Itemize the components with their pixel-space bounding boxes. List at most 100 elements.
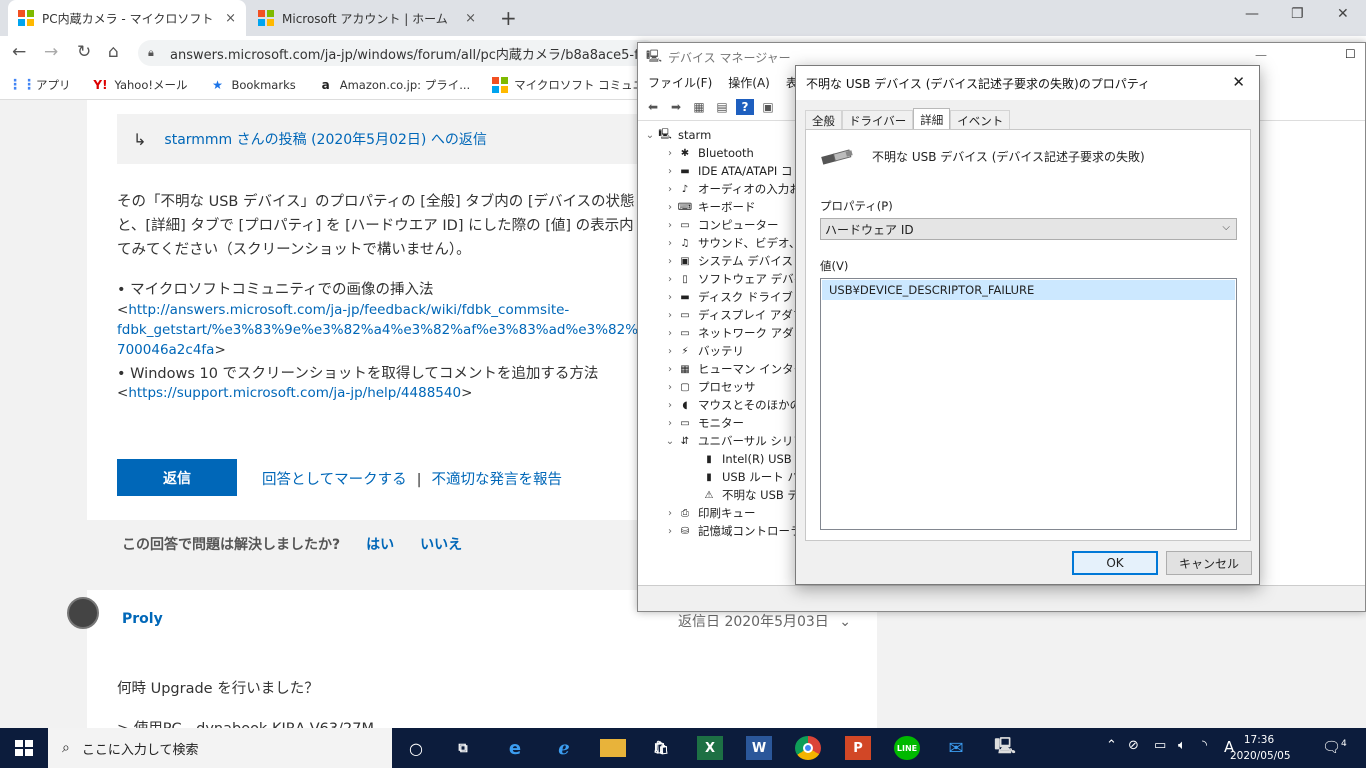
chevron-up-icon[interactable]: ⌃ [1106,738,1117,753]
tree-item[interactable]: › ⚡ バッテリ [662,342,744,360]
report-abuse-link[interactable]: 不適切な発言を報告 [431,472,562,488]
line-icon[interactable]: LINE [894,736,920,760]
ok-button[interactable]: OK [1072,551,1158,575]
tree-item[interactable]: › ▢ プロセッサ [662,378,756,396]
expand-icon[interactable]: › [662,292,678,303]
battery-icon[interactable]: ▭ [1154,738,1166,753]
menu-action[interactable]: 操作(A) [728,74,770,91]
helpful-no-button[interactable]: いいえ [420,534,462,554]
minimize-icon[interactable]: — [1255,48,1267,62]
tree-item[interactable]: ›▭ ネットワーク アダプター [662,324,798,342]
wifi-icon[interactable]: ◝ [1202,738,1207,753]
expand-icon[interactable]: › [662,166,678,177]
minimize-icon[interactable]: — [1245,6,1259,22]
help-icon[interactable]: ? [736,98,754,115]
notification-icon[interactable]: 🗨︎4 [1322,738,1347,756]
list-icon[interactable]: ▤ [713,99,731,115]
tab-events[interactable]: イベント [950,110,1011,130]
store-icon[interactable]: 🛍︎ [648,736,674,760]
forward-icon[interactable]: → [44,42,58,62]
image-insert-link[interactable]: fdbk_getstart/%e3%83%9e%e3%82%a4%e3%82%a… [117,322,660,338]
bookmark-yahoo-mail[interactable]: Y! Yahoo!メール [93,77,187,93]
view-icon[interactable]: ▣ [759,99,777,115]
expand-icon[interactable]: › [662,274,678,285]
expand-icon[interactable]: › [662,220,678,231]
tree-item[interactable]: › ▣ システム デバイス [662,252,793,270]
tree-child-item[interactable]: ▮ Intel(R) USB 3. [686,450,798,468]
avatar[interactable] [67,597,99,629]
image-insert-link[interactable]: http://answers.microsoft.com/ja-jp/feedb… [128,302,569,318]
tree-item[interactable]: › ⌨ キーボード [662,198,756,216]
tree-item[interactable]: ⌄⇵ ユニバーサル シリアル [662,432,798,450]
internet-explorer-icon[interactable]: ℯ [551,736,577,760]
collapse-icon[interactable]: ⌄ [662,436,678,447]
windows-start-icon[interactable] [15,740,33,756]
bookmark-bookmarks[interactable]: ★ Bookmarks [209,77,296,93]
expand-icon[interactable]: › [662,328,678,339]
tree-item[interactable]: › ✱ Bluetooth [662,144,754,162]
system-clock[interactable]: 17:36 2020/05/05 [1230,732,1291,764]
image-insert-link[interactable]: 700046a2c4fa [117,342,214,358]
expand-icon[interactable]: › [662,526,678,537]
file-explorer-icon[interactable] [600,739,626,757]
chrome-icon[interactable] [795,736,821,760]
reply-button[interactable]: 返信 [117,459,237,496]
reload-icon[interactable]: ↻ [77,42,91,62]
expand-icon[interactable]: › [662,346,678,357]
cancel-button[interactable]: キャンセル [1166,551,1252,575]
expand-icon[interactable]: › [662,382,678,393]
bookmark-amazon[interactable]: a Amazon.co.jp: プライ... [318,77,471,93]
task-view-icon[interactable]: ⧉ [450,736,476,760]
tree-item[interactable]: › ▭ コンピューター [662,216,779,234]
tree-item[interactable]: ›▭ ディスプレイ アダプター [662,306,798,324]
tab-driver[interactable]: ドライバー [842,110,914,130]
expand-icon[interactable]: › [662,418,678,429]
tree-item[interactable]: › ▬ IDE ATA/ATAPI コ [662,162,792,180]
tab-close-icon[interactable]: × [225,11,236,26]
tab-general[interactable]: 全般 [805,110,842,130]
tree-item[interactable]: › ▯ ソフトウェア デバイス [662,270,798,288]
address-bar[interactable]: 🔒︎ answers.microsoft.com/ja-jp/windows/f… [138,40,658,66]
tree-item[interactable]: ›♫ サウンド、ビデオ、およ [662,234,798,252]
home-icon[interactable]: ⌂ [108,42,119,62]
value-list[interactable]: USB¥DEVICE_DESCRIPTOR_FAILURE [820,278,1237,530]
volume-icon[interactable]: 🔈︎ [1178,738,1186,753]
bookmark-apps[interactable]: ⋮⋮ アプリ [8,77,71,93]
device-manager-taskbar-icon[interactable]: 🖳︎ [992,736,1018,760]
value-item[interactable]: USB¥DEVICE_DESCRIPTOR_FAILURE [822,280,1235,300]
menu-file[interactable]: ファイル(F) [648,74,712,91]
back-icon[interactable]: ⬅ [644,99,662,115]
expand-icon[interactable]: › [662,184,678,195]
expand-icon[interactable]: › [662,202,678,213]
network-off-icon[interactable]: ⊘ [1128,738,1139,753]
tab-details[interactable]: 詳細 [913,108,951,130]
property-select[interactable]: ハードウェア ID ⌵ [820,218,1237,240]
excel-icon[interactable]: X [697,736,723,760]
mail-icon[interactable]: ✉ [943,736,969,760]
expand-icon[interactable]: › [662,364,678,375]
tree-item[interactable]: › ▭ モニター [662,414,744,432]
tab-pc-camera[interactable]: PC内蔵カメラ - マイクロソフト コミュニティ × [8,0,246,36]
screenshot-help-link[interactable]: https://support.microsoft.com/ja-jp/help… [128,385,461,401]
expand-icon[interactable]: › [662,400,678,411]
expand-icon[interactable]: › [662,310,678,321]
tree-item[interactable]: › ⎙ 印刷キュー [662,504,756,522]
tab-close-icon[interactable]: × [465,11,476,26]
author-name[interactable]: Proly [122,611,163,627]
tree-item[interactable]: ›▦ ヒューマン インターフェ [662,360,798,378]
powerpoint-icon[interactable]: P [845,736,871,760]
properties-icon[interactable]: ▦ [690,99,708,115]
expand-icon[interactable]: › [662,148,678,159]
cortana-icon[interactable]: ○ [403,736,429,760]
edge-icon[interactable]: e [502,736,528,760]
back-icon[interactable]: ← [12,42,26,62]
expand-icon[interactable]: › [662,256,678,267]
tab-microsoft-account[interactable]: Microsoft アカウント | ホーム × [248,0,486,36]
close-icon[interactable]: ✕ [1232,73,1245,91]
tree-item[interactable]: › ◖ マウスとそのほかのポ [662,396,798,414]
tree-item[interactable]: ›⛁ 記憶域コントローラー [662,522,798,540]
maximize-icon[interactable]: ❐ [1291,6,1304,22]
mark-as-answer-link[interactable]: 回答としてマークする [262,472,407,488]
helpful-yes-button[interactable]: はい [366,534,394,554]
expand-icon[interactable]: › [662,508,678,519]
